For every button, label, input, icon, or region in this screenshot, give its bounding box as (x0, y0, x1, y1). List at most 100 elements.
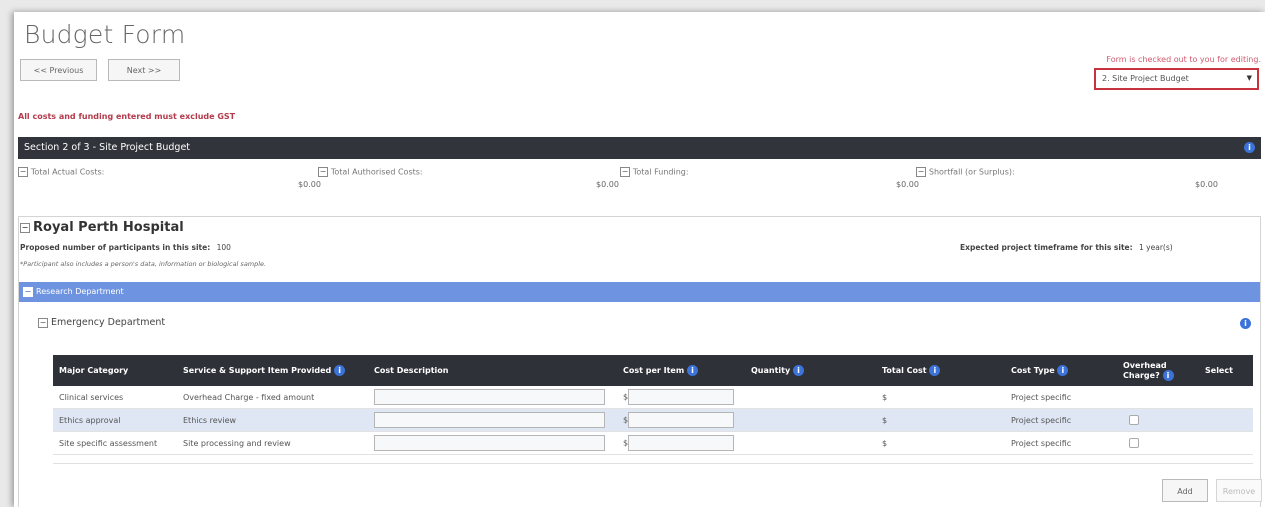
sub-department-heading: − Emergency Department (38, 317, 165, 328)
total-cost-cell: $ (876, 408, 1005, 432)
participant-footnote: *Participant also includes a person's da… (20, 260, 267, 268)
major-category-cell: Clinical services (53, 386, 177, 409)
section-select[interactable]: 2. Site Project Budget ▼ (1094, 68, 1259, 90)
total-authorised-costs-value: $0.00 (596, 180, 619, 189)
section-info-icon[interactable]: i (1244, 142, 1255, 153)
participants-info: Proposed number of participants in this … (20, 243, 231, 252)
site-name: Royal Perth Hospital (33, 220, 184, 235)
select-cell (1199, 386, 1253, 409)
cost-description-cell (368, 431, 617, 455)
overhead-cell (1117, 408, 1199, 432)
column-header: Total Cost i (876, 355, 1005, 386)
select-cell (1199, 408, 1253, 432)
remove-button[interactable]: Remove (1216, 479, 1262, 502)
overhead-cell (1117, 386, 1199, 409)
total-funding: − Total Funding: (620, 167, 689, 178)
table-bottom-border (53, 463, 1253, 464)
cost-per-item-input[interactable] (628, 412, 735, 428)
expand-icon[interactable]: − (318, 167, 328, 177)
overhead-checkbox[interactable] (1129, 415, 1139, 425)
cost-type-cell: Project specific (1005, 386, 1117, 409)
expand-icon[interactable]: − (916, 167, 926, 177)
cost-description-cell (368, 386, 617, 409)
timeframe-info: Expected project timeframe for this site… (960, 243, 1173, 252)
info-icon[interactable]: i (1057, 365, 1069, 376)
table-row: Ethics approval Ethics review $ $ Projec… (53, 408, 1253, 432)
column-header: Major Category (53, 355, 177, 386)
service-item-cell: Overhead Charge - fixed amount (177, 386, 368, 409)
budget-form-window: Budget Form << Previous Next >> Form is … (14, 12, 1265, 507)
info-icon[interactable]: i (1162, 369, 1174, 381)
total-cost-cell: $ (876, 386, 1005, 409)
budget-items-table: Major Category Service & Support Item Pr… (53, 355, 1253, 455)
table-row: Site specific assessment Site processing… (53, 431, 1253, 455)
service-item-cell: Site processing and review (177, 431, 368, 455)
sub-department-name: Emergency Department (51, 317, 166, 328)
department-bar[interactable]: − Research Department (19, 282, 1260, 302)
section-title: Section 2 of 3 - Site Project Budget (24, 142, 191, 153)
participants-value: 100 (216, 243, 231, 252)
expand-icon[interactable]: − (620, 167, 630, 177)
department-info-icon[interactable]: i (1240, 318, 1251, 329)
total-funding-label: Total Funding: (632, 167, 689, 177)
info-icon[interactable]: i (793, 365, 804, 376)
column-header: Overhead Charge? i (1117, 355, 1199, 386)
quantity-cell (745, 431, 876, 455)
cost-per-item-cell: $ (617, 386, 745, 409)
quantity-cell (745, 408, 876, 432)
gst-note: All costs and funding entered must exclu… (18, 112, 236, 121)
site-heading: − Royal Perth Hospital (20, 220, 184, 235)
cost-description-input[interactable] (374, 412, 605, 428)
next-button[interactable]: Next >> (108, 59, 180, 81)
overhead-cell (1117, 431, 1199, 455)
total-actual-costs-label: Total Actual Costs: (30, 167, 105, 177)
cost-per-item-cell: $ (617, 431, 745, 455)
total-actual-costs-value: $0.00 (298, 180, 321, 189)
collapse-icon[interactable]: − (20, 222, 30, 233)
select-cell (1199, 431, 1253, 455)
cost-description-input[interactable] (374, 435, 605, 451)
cost-per-item-input[interactable] (628, 389, 735, 405)
total-cost-cell: $ (876, 431, 1005, 455)
add-button[interactable]: Add (1162, 479, 1208, 502)
shortfall-surplus-label: Shortfall (or Surplus): (928, 167, 1015, 177)
major-category-cell: Ethics approval (53, 408, 177, 432)
section-select-value: 2. Site Project Budget (1102, 74, 1189, 83)
column-header: Quantity i (745, 355, 876, 386)
column-header: Cost per Item i (617, 355, 745, 386)
column-header: Select (1199, 355, 1253, 386)
cost-description-input[interactable] (374, 389, 605, 405)
total-authorised-costs-label: Total Authorised Costs: (330, 167, 423, 177)
table-row: Clinical services Overhead Charge - fixe… (53, 386, 1253, 409)
major-category-cell: Site specific assessment (53, 431, 177, 455)
overhead-checkbox[interactable] (1129, 438, 1139, 448)
info-icon[interactable]: i (334, 365, 346, 376)
column-header: Cost Type i (1005, 355, 1117, 386)
collapse-icon[interactable]: − (23, 286, 33, 297)
timeframe-value: 1 year(s) (1139, 243, 1173, 252)
cost-type-cell: Project specific (1005, 408, 1117, 432)
shortfall-surplus: − Shortfall (or Surplus): (916, 167, 1015, 178)
total-authorised-costs: − Total Authorised Costs: (318, 167, 423, 178)
quantity-cell (745, 386, 876, 409)
department-name: Research Department (36, 287, 124, 296)
info-icon[interactable]: i (929, 365, 941, 376)
participants-label: Proposed number of participants in this … (20, 243, 211, 252)
cost-description-cell (368, 408, 617, 432)
table-header-row: Major Category Service & Support Item Pr… (53, 355, 1253, 386)
previous-button[interactable]: << Previous (20, 59, 97, 81)
column-header: Service & Support Item Provided i (177, 355, 368, 386)
expand-icon[interactable]: − (18, 167, 28, 177)
column-header: Cost Description (368, 355, 617, 386)
collapse-icon[interactable]: − (38, 317, 48, 328)
service-item-cell: Ethics review (177, 408, 368, 432)
page-title: Budget Form (24, 20, 186, 49)
dropdown-caret-icon: ▼ (1246, 74, 1252, 82)
cost-per-item-input[interactable] (628, 435, 735, 451)
shortfall-surplus-value: $0.00 (1195, 180, 1218, 189)
timeframe-label: Expected project timeframe for this site… (960, 243, 1133, 252)
info-icon[interactable]: i (686, 365, 698, 376)
checkout-status: Form is checked out to you for editing. (1106, 55, 1261, 64)
total-funding-value: $0.00 (896, 180, 919, 189)
cost-type-cell: Project specific (1005, 431, 1117, 455)
